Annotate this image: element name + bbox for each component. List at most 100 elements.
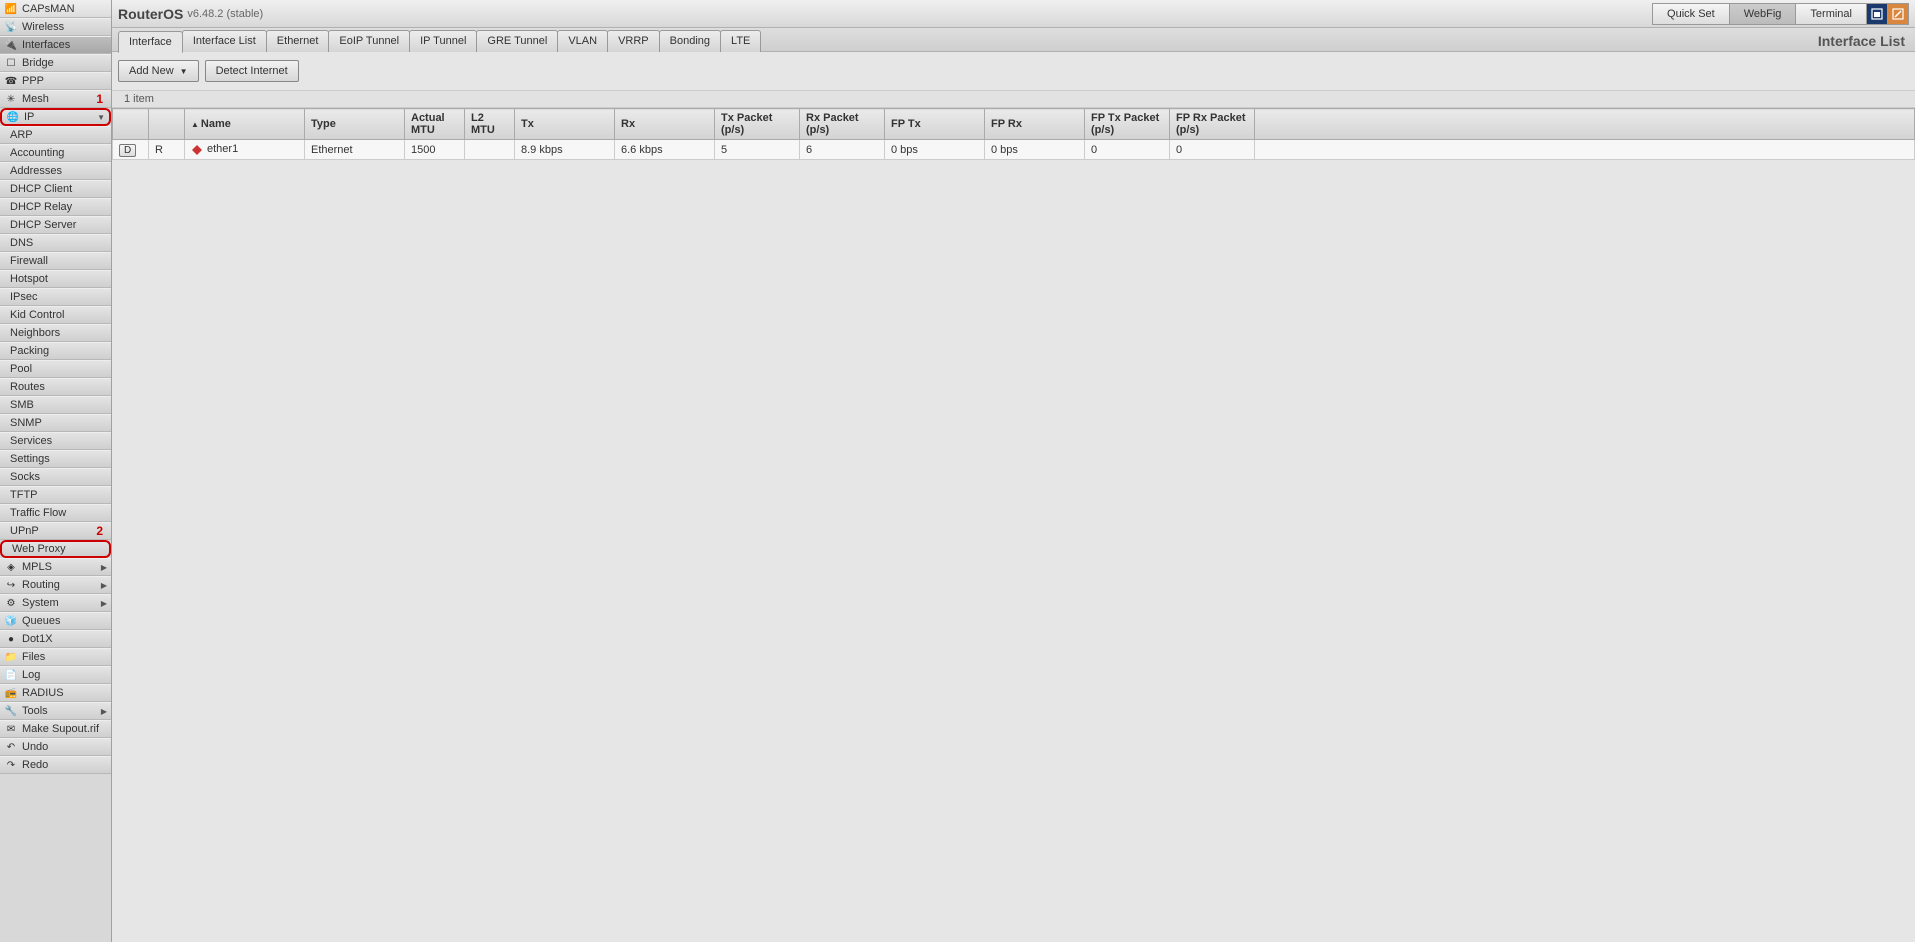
sidebar-item-pool[interactable]: Pool — [0, 360, 111, 378]
sidebar-item-services[interactable]: Services — [0, 432, 111, 450]
tab-ip-tunnel[interactable]: IP Tunnel — [409, 30, 477, 52]
menu-icon: 📄 — [4, 668, 18, 682]
sidebar-item-bridge[interactable]: ☐Bridge — [0, 54, 111, 72]
toolbar: Add New ▼ Detect Internet — [112, 52, 1915, 90]
th-type[interactable]: Type — [305, 109, 405, 140]
th-fp-tx-pkt[interactable]: FP Tx Packet (p/s) — [1085, 109, 1170, 140]
sidebar-item-label: Packing — [10, 345, 107, 357]
sidebar-item-label: SMB — [10, 399, 107, 411]
edit-icon-button[interactable] — [1887, 3, 1909, 25]
tab-bonding[interactable]: Bonding — [659, 30, 721, 52]
sidebar-item-label: Queues — [22, 615, 107, 627]
sidebar-item-accounting[interactable]: Accounting — [0, 144, 111, 162]
th-actual-mtu[interactable]: Actual MTU — [405, 109, 465, 140]
dashboard-icon-button[interactable] — [1866, 3, 1888, 25]
sidebar-item-packing[interactable]: Packing — [0, 342, 111, 360]
sidebar-item-label: UPnP — [10, 525, 96, 537]
sidebar-item-web-proxy[interactable]: Web Proxy — [0, 540, 111, 558]
sidebar-item-socks[interactable]: Socks — [0, 468, 111, 486]
th-name-label: Name — [201, 118, 231, 130]
page-title: Interface List — [1818, 33, 1909, 49]
sidebar-item-label: ARP — [10, 129, 107, 141]
sidebar-item-upnp[interactable]: UPnP2 — [0, 522, 111, 540]
sidebar-item-smb[interactable]: SMB — [0, 396, 111, 414]
th-rx-pkt[interactable]: Rx Packet (p/s) — [800, 109, 885, 140]
tab-vrrp[interactable]: VRRP — [607, 30, 660, 52]
sidebar-item-kid-control[interactable]: Kid Control — [0, 306, 111, 324]
tab-lte[interactable]: LTE — [720, 30, 761, 52]
sidebar-item-wireless[interactable]: 📡Wireless — [0, 18, 111, 36]
tab-interface[interactable]: Interface — [118, 31, 183, 53]
cell-type: Ethernet — [305, 140, 405, 160]
sidebar-item-label: Redo — [22, 759, 107, 771]
terminal-button[interactable]: Terminal — [1795, 3, 1867, 25]
sidebar-item-label: Neighbors — [10, 327, 107, 339]
tab-eoip-tunnel[interactable]: EoIP Tunnel — [328, 30, 410, 52]
sidebar-item-label: DNS — [10, 237, 107, 249]
tab-vlan[interactable]: VLAN — [557, 30, 608, 52]
sidebar-item-dhcp-server[interactable]: DHCP Server — [0, 216, 111, 234]
sidebar-item-addresses[interactable]: Addresses — [0, 162, 111, 180]
sidebar-item-system[interactable]: ⚙System▶ — [0, 594, 111, 612]
sidebar-item-neighbors[interactable]: Neighbors — [0, 324, 111, 342]
th-tx[interactable]: Tx — [515, 109, 615, 140]
sidebar-item-arp[interactable]: ARP — [0, 126, 111, 144]
menu-icon: 📻 — [4, 686, 18, 700]
tab-ethernet[interactable]: Ethernet — [266, 30, 330, 52]
th-actions[interactable] — [113, 109, 149, 140]
webfig-button[interactable]: WebFig — [1729, 3, 1797, 25]
th-name[interactable]: ▲Name — [185, 109, 305, 140]
table-header-row: ▲Name Type Actual MTU L2 MTU Tx Rx Tx Pa… — [113, 109, 1915, 140]
sidebar-item-radius[interactable]: 📻RADIUS — [0, 684, 111, 702]
sidebar-item-snmp[interactable]: SNMP — [0, 414, 111, 432]
th-flag[interactable] — [149, 109, 185, 140]
menu-icon: ↪ — [4, 578, 18, 592]
sidebar-item-ipsec[interactable]: IPsec — [0, 288, 111, 306]
table-row[interactable]: DRether1Ethernet15008.9 kbps6.6 kbps560 … — [113, 140, 1915, 160]
sidebar-item-tftp[interactable]: TFTP — [0, 486, 111, 504]
quick-set-button[interactable]: Quick Set — [1652, 3, 1730, 25]
sidebar-item-mpls[interactable]: ◈MPLS▶ — [0, 558, 111, 576]
tab-interface-list[interactable]: Interface List — [182, 30, 267, 52]
expand-icon: ▶ — [101, 581, 107, 590]
cell-name[interactable]: ether1 — [185, 140, 305, 160]
sidebar-item-ip[interactable]: 🌐IP▼ — [0, 108, 111, 126]
menu-icon: 🧊 — [4, 614, 18, 628]
sidebar-item-log[interactable]: 📄Log — [0, 666, 111, 684]
sidebar-item-dhcp-client[interactable]: DHCP Client — [0, 180, 111, 198]
sidebar-item-traffic-flow[interactable]: Traffic Flow — [0, 504, 111, 522]
sidebar-item-label: IP — [24, 111, 97, 123]
sidebar-item-interfaces[interactable]: 🔌Interfaces — [0, 36, 111, 54]
sidebar-item-dhcp-relay[interactable]: DHCP Relay — [0, 198, 111, 216]
th-fp-rx[interactable]: FP Rx — [985, 109, 1085, 140]
sidebar-item-routes[interactable]: Routes — [0, 378, 111, 396]
sidebar-item-label: Wireless — [22, 21, 107, 33]
sidebar-item-routing[interactable]: ↪Routing▶ — [0, 576, 111, 594]
sidebar-item-label: Make Supout.rif — [22, 723, 107, 735]
sidebar-item-files[interactable]: 📁Files — [0, 648, 111, 666]
sidebar-item-settings[interactable]: Settings — [0, 450, 111, 468]
sidebar-item-mesh[interactable]: ✳Mesh1 — [0, 90, 111, 108]
sidebar-item-dot1x[interactable]: ●Dot1X — [0, 630, 111, 648]
th-fp-tx[interactable]: FP Tx — [885, 109, 985, 140]
sidebar-item-undo[interactable]: ↶Undo — [0, 738, 111, 756]
th-tx-pkt[interactable]: Tx Packet (p/s) — [715, 109, 800, 140]
menu-icon: ☎ — [4, 74, 18, 88]
th-fp-rx-pkt[interactable]: FP Rx Packet (p/s) — [1170, 109, 1255, 140]
add-new-button[interactable]: Add New ▼ — [118, 60, 199, 82]
sidebar-item-firewall[interactable]: Firewall — [0, 252, 111, 270]
sidebar-item-make-supout-rif[interactable]: ✉Make Supout.rif — [0, 720, 111, 738]
sidebar-item-capsman[interactable]: 📶CAPsMAN — [0, 0, 111, 18]
disable-button[interactable]: D — [119, 144, 136, 157]
sidebar-item-redo[interactable]: ↷Redo — [0, 756, 111, 774]
detect-internet-button[interactable]: Detect Internet — [205, 60, 299, 82]
sidebar-item-ppp[interactable]: ☎PPP — [0, 72, 111, 90]
sidebar-item-queues[interactable]: 🧊 Queues — [0, 612, 111, 630]
th-rx[interactable]: Rx — [615, 109, 715, 140]
sidebar-item-hotspot[interactable]: Hotspot — [0, 270, 111, 288]
sidebar-item-tools[interactable]: 🔧Tools▶ — [0, 702, 111, 720]
th-l2-mtu[interactable]: L2 MTU — [465, 109, 515, 140]
expand-icon: ▶ — [101, 563, 107, 572]
tab-gre-tunnel[interactable]: GRE Tunnel — [476, 30, 558, 52]
sidebar-item-dns[interactable]: DNS — [0, 234, 111, 252]
